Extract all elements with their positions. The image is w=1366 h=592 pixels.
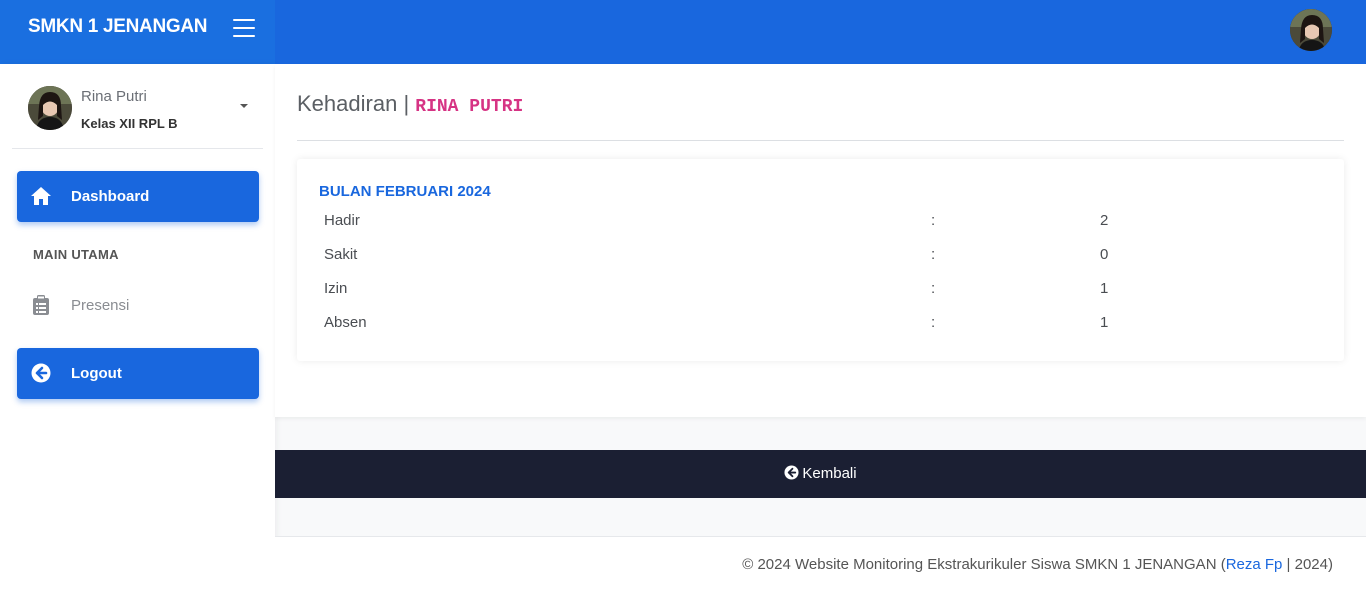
user-class: Kelas XII RPL B <box>81 116 178 131</box>
page-title: Kehadiran | RINA PUTRI <box>297 91 523 117</box>
month-title: BULAN FEBRUARI 2024 <box>319 183 491 200</box>
footer: © 2024 Website Monitoring Ekstrakurikule… <box>275 536 1366 592</box>
attendance-value: 1 <box>1100 314 1109 331</box>
back-button-content: Kembali <box>275 465 1366 482</box>
footer-prefix: © 2024 Website Monitoring Ekstrakurikule… <box>742 556 1226 573</box>
attendance-row: Sakit : 0 <box>324 246 1124 270</box>
user-name: Rina Putri <box>81 88 147 105</box>
menu-toggle-icon[interactable] <box>233 19 255 38</box>
nav-dashboard-label: Dashboard <box>71 188 150 205</box>
attendance-row: Absen : 1 <box>324 314 1124 338</box>
title-separator: | <box>403 91 410 116</box>
user-panel[interactable]: Rina Putri Kelas XII RPL B <box>12 64 263 149</box>
attendance-colon: : <box>931 246 936 263</box>
section-title: MAIN UTAMA <box>33 247 119 262</box>
attendance-value: 2 <box>1100 212 1109 229</box>
attendance-label: Izin <box>324 280 348 297</box>
footer-author-link[interactable]: Reza Fp <box>1226 556 1283 573</box>
brand-area: SMKN 1 JENANGAN <box>0 0 275 64</box>
attendance-label: Sakit <box>324 246 358 263</box>
user-avatar-top[interactable] <box>1289 8 1333 52</box>
attendance-card: BULAN FEBRUARI 2024 Hadir : 2 Sakit : 0 … <box>297 159 1344 361</box>
brand-title[interactable]: SMKN 1 JENANGAN <box>28 16 208 38</box>
attendance-label: Hadir <box>324 212 360 229</box>
caret-down-icon[interactable] <box>240 104 248 108</box>
arrow-circle-left-icon <box>30 363 52 383</box>
attendance-colon: : <box>931 280 936 297</box>
back-button[interactable]: Kembali <box>275 450 1366 498</box>
back-label: Kembali <box>802 465 857 482</box>
nav-presensi[interactable]: Presensi <box>17 284 259 328</box>
footer-suffix: | 2024) <box>1282 556 1333 573</box>
attendance-colon: : <box>931 212 936 229</box>
nav-dashboard[interactable]: Dashboard <box>17 171 259 222</box>
top-navbar: SMKN 1 JENANGAN <box>0 0 1366 64</box>
nav-presensi-label: Presensi <box>71 297 130 314</box>
divider <box>297 140 1344 141</box>
student-name: RINA PUTRI <box>415 97 524 117</box>
logout-button[interactable]: Logout <box>17 348 259 399</box>
logout-label: Logout <box>71 365 122 382</box>
attendance-row: Hadir : 2 <box>324 212 1124 236</box>
footer-text: © 2024 Website Monitoring Ekstrakurikule… <box>742 556 1333 573</box>
attendance-row: Izin : 1 <box>324 280 1124 304</box>
home-icon <box>30 186 52 206</box>
sidebar: Rina Putri Kelas XII RPL B Dashboard MAI… <box>0 64 275 592</box>
clipboard-list-icon <box>33 295 49 315</box>
arrow-circle-left-icon <box>784 465 799 480</box>
attendance-label: Absen <box>324 314 367 331</box>
attendance-value: 0 <box>1100 246 1109 263</box>
page-title-text: Kehadiran <box>297 91 398 116</box>
attendance-colon: : <box>931 314 936 331</box>
attendance-value: 1 <box>1100 280 1109 297</box>
main-content: Kehadiran | RINA PUTRI BULAN FEBRUARI 20… <box>275 64 1366 417</box>
user-avatar <box>28 86 72 130</box>
